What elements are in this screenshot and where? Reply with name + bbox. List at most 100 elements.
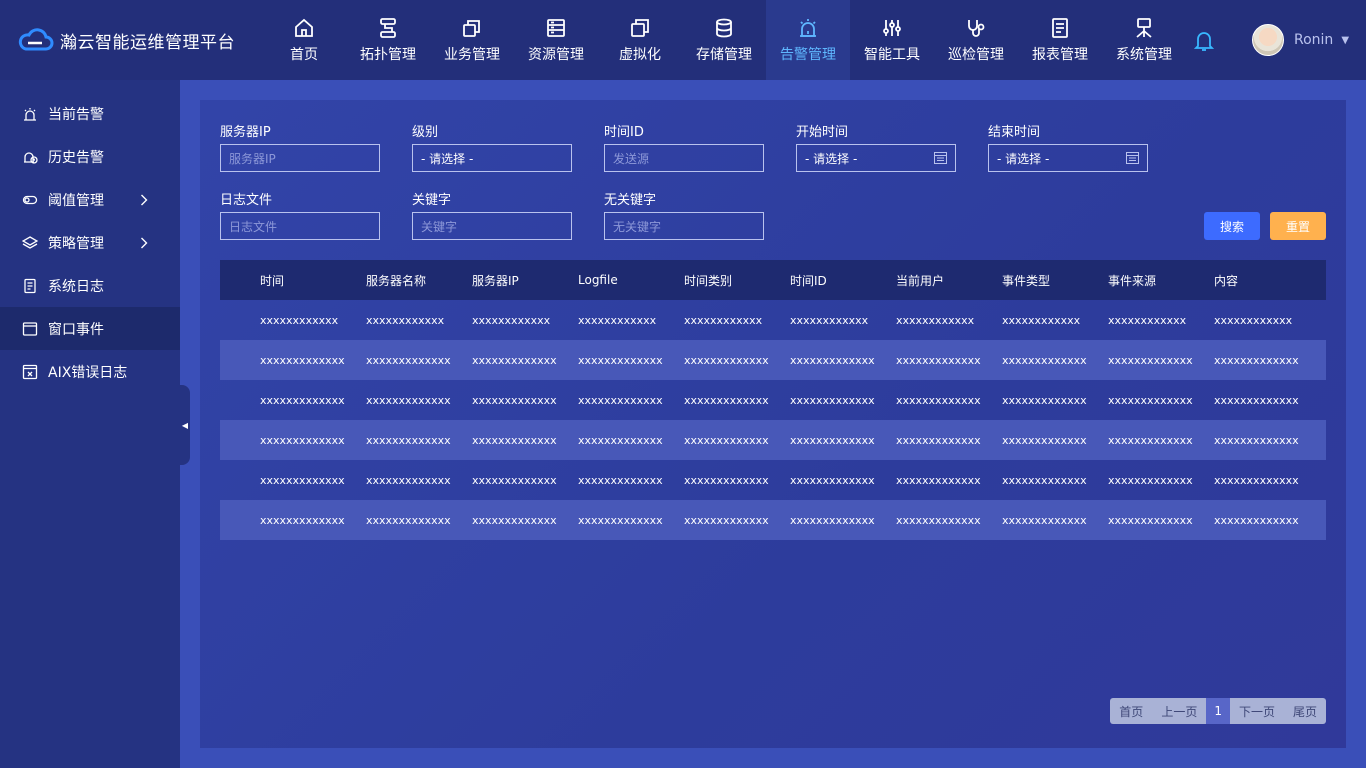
nav-label: 资源管理 [528, 46, 584, 63]
log-icon [24, 278, 36, 293]
start-time-value: - 请选择 - [805, 151, 858, 166]
first-page-button[interactable]: 首页 [1110, 698, 1152, 724]
sidebar-collapse-toggle[interactable]: ◀ [180, 385, 190, 465]
keyword-input[interactable]: 关键字 [412, 212, 572, 240]
table-row[interactable]: xxxxxxxxxxxx xxxxxxxxxxxx xxxxxxxxxxxx xxxx… [220, 300, 1326, 340]
nav-item-topology[interactable]: 拓扑管理 [346, 0, 430, 80]
storage-icon [716, 18, 732, 37]
sidebar-item-label: 系统日志 [48, 278, 104, 295]
table-cell: xxxxxxxxxxxxx [1108, 473, 1193, 487]
table-cell: xxxxxxxxxxxxx [472, 353, 557, 367]
table-cell: xxxxxxxxxxxxx [366, 393, 451, 407]
start-time-label: 开始时间 [796, 125, 849, 140]
end-time-label: 结束时间 [988, 125, 1041, 140]
nav-item-home[interactable]: 首页 [262, 0, 346, 80]
end-time-picker[interactable]: - 请选择 - [988, 144, 1148, 172]
table-cell: xxxxxxxxxxxxx [790, 393, 875, 407]
table-cell: xxxxxxxxxxxxx [1214, 473, 1299, 487]
table-cell: xxxxxxxxxxxxx [896, 433, 981, 447]
reset-button[interactable]: 重置 [1270, 212, 1326, 240]
brand-title: 瀚云智能运维管理平台 [60, 32, 235, 53]
exclude-keyword-label: 无关键字 [604, 193, 657, 208]
nav-label: 业务管理 [444, 46, 500, 63]
nav-item-system[interactable]: 系统管理 [1102, 0, 1186, 80]
chevron-down-icon: ▼ [1341, 34, 1350, 46]
top-navigation-bar: 瀚云智能运维管理平台 首页 拓扑管理 业务管理 资源管理 虚拟化 存储管理 告警… [0, 0, 1366, 80]
chevron-left-icon: ◀ [181, 420, 189, 430]
column-header: 时间 [260, 273, 285, 288]
tools-icon [883, 19, 901, 36]
sidebar-item-history-alarm[interactable]: 历史告警 [0, 135, 180, 178]
level-label: 级别 [412, 125, 439, 140]
nav-item-report[interactable]: 报表管理 [1018, 0, 1102, 80]
table-body: xxxxxxxxxxxx xxxxxxxxxxxx xxxxxxxxxxxx xxxx… [220, 300, 1326, 540]
table-cell: xxxxxxxxxxxxx [1108, 393, 1193, 407]
table-cell: xxxxxxxxxxxx [260, 313, 339, 327]
prev-page-button[interactable]: 上一页 [1152, 698, 1206, 724]
sidebar-item-threshold[interactable]: 阈值管理 [0, 178, 180, 221]
sidebar-item-policy[interactable]: 策略管理 [0, 221, 180, 264]
user-menu[interactable]: Ronin ▼ [1252, 24, 1349, 56]
table-cell: xxxxxxxxxxxx [578, 313, 657, 327]
sidebar-item-aix-error-log[interactable]: AIX错误日志 [0, 350, 180, 393]
nav-item-tools[interactable]: 智能工具 [850, 0, 934, 80]
sidebar-item-label: 策略管理 [48, 235, 104, 252]
nav-label: 存储管理 [696, 46, 752, 63]
level-select[interactable]: - 请选择 - [412, 144, 572, 172]
log-file-label: 日志文件 [220, 193, 273, 208]
table-row[interactable]: xxxxxxxxxxxxx xxxxxxxxxxxxx xxxxxxxxxxxxx x… [220, 420, 1326, 460]
column-header: 事件来源 [1108, 273, 1157, 288]
nav-item-alarm[interactable]: 告警管理 [766, 0, 850, 80]
start-time-picker[interactable]: - 请选择 - [796, 144, 956, 172]
table-cell: xxxxxxxxxxxxx [578, 393, 663, 407]
avatar [1252, 24, 1284, 56]
table-row[interactable]: xxxxxxxxxxxxxxxxxxxxxxxxxxxxxxxxxxxxxxxx… [220, 500, 1326, 540]
table-cell: xxxxxxxxxxxxx [578, 473, 663, 487]
table-cell: xxxxxxxxxxxxx [1214, 433, 1299, 447]
business-icon [463, 19, 480, 37]
log-file-input[interactable]: 日志文件 [220, 212, 380, 240]
nav-item-virtualization[interactable]: 虚拟化 [598, 0, 682, 80]
nav-item-resource[interactable]: 资源管理 [514, 0, 598, 80]
sidebar-item-system-log[interactable]: 系统日志 [0, 264, 180, 307]
column-header: 当前用户 [896, 273, 945, 288]
time-id-input[interactable]: 发送源 [604, 144, 764, 172]
next-page-button[interactable]: 下一页 [1230, 698, 1284, 724]
nav-item-storage[interactable]: 存储管理 [682, 0, 766, 80]
table-cell: xxxxxxxxxxxx [684, 313, 763, 327]
bell-icon[interactable] [1194, 30, 1214, 52]
table-cell: xxxxxxxxxxxxx [366, 353, 451, 367]
nav-item-inspection[interactable]: 巡检管理 [934, 0, 1018, 80]
table-cell: xxxxxxxxxxxxx [790, 513, 875, 527]
server-ip-input[interactable]: 服务器IP [220, 144, 380, 172]
sidebar: 当前告警 历史告警 阈值管理 策略管理 系统日志 窗口事件 AIX错误日志 [0, 80, 180, 768]
sidebar-item-label: 窗口事件 [48, 321, 104, 338]
inspection-icon [968, 19, 985, 37]
current-page[interactable]: 1 [1206, 698, 1230, 724]
exclude-keyword-input[interactable]: 无关键字 [604, 212, 764, 240]
nav-label: 报表管理 [1032, 46, 1088, 63]
table-cell: xxxxxxxxxxxxx [684, 353, 769, 367]
window-icon [22, 321, 38, 336]
table-cell: xxxxxxxxxxxxx [1002, 353, 1087, 367]
table-cell: xxxxxxxxxxxx [790, 313, 869, 327]
table-header: 时间 服务器名称 服务器IP Logfile 时间类别 时间ID 当前用户 事件类型 事件来源 内… [220, 260, 1326, 300]
nav-item-business[interactable]: 业务管理 [430, 0, 514, 80]
last-page-button[interactable]: 尾页 [1284, 698, 1326, 724]
sidebar-item-window-events[interactable]: 窗口事件 [0, 307, 180, 350]
search-button[interactable]: 搜索 [1204, 212, 1260, 240]
home-icon [295, 18, 313, 37]
table-row[interactable]: xxxxxxxxxxxxx xxxxxxxxxxxxx xxxxxxxxxxxxx x… [220, 340, 1326, 380]
table-row[interactable]: xxxxxxxxxxxxx xxxxxxxxxxxxx xxxxxxxxxxxxx x… [220, 380, 1326, 420]
table-row[interactable]: xxxxxxxxxxxxx xxxxxxxxxxxxx xxxxxxxxxxxxx x… [220, 460, 1326, 500]
table-cell: xxxxxxxxxxxxx [1108, 513, 1193, 527]
table-cell: xxxxxxxxxxxxx [684, 473, 769, 487]
table-cell: xxxxxxxxxxxxx [1214, 353, 1299, 367]
brand[interactable]: 瀚云智能运维管理平台 [0, 27, 262, 53]
table-cell: xxxxxxxxxxxxx [472, 433, 557, 447]
table-cell: xxxxxxxxxxxxx [1108, 433, 1193, 447]
nav-label: 拓扑管理 [360, 46, 416, 63]
nav-label: 告警管理 [780, 46, 836, 63]
table-cell: xxxxxxxxxxxxx [1002, 433, 1087, 447]
sidebar-item-current-alarm[interactable]: 当前告警 [0, 92, 180, 135]
